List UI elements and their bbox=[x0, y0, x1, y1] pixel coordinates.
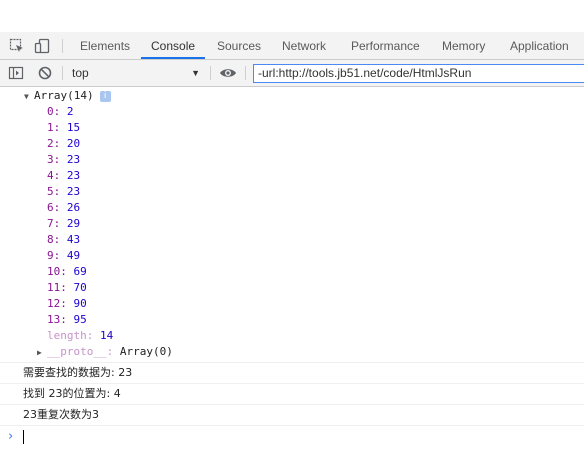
array-item-row: 4: 23 bbox=[0, 168, 584, 184]
array-item-row: 13: 95 bbox=[0, 312, 584, 328]
array-item-key: 11: bbox=[47, 281, 67, 294]
array-item-key: 8: bbox=[47, 233, 61, 246]
array-proto-value: Array(0) bbox=[119, 345, 173, 358]
array-item-row: 0: 2 bbox=[0, 104, 584, 120]
context-selector[interactable]: top ▼ bbox=[66, 63, 204, 83]
prompt-chevron-icon: › bbox=[8, 429, 14, 444]
array-item-row: 7: 29 bbox=[0, 216, 584, 232]
array-item-key: 9: bbox=[47, 249, 61, 262]
array-item-value: 20 bbox=[66, 137, 81, 150]
array-item-value: 95 bbox=[73, 313, 87, 326]
array-item-value: 2 bbox=[66, 105, 74, 118]
array-item-value: 26 bbox=[66, 201, 81, 214]
chevron-down-icon: ▼ bbox=[191, 68, 200, 78]
array-item-row: 12: 90 bbox=[0, 296, 584, 312]
array-item-row: 3: 23 bbox=[0, 152, 584, 168]
text-cursor bbox=[23, 430, 24, 444]
array-item-key: 7: bbox=[47, 217, 61, 230]
array-item-value: 90 bbox=[73, 297, 87, 310]
array-item-key: 0: bbox=[47, 105, 61, 118]
tab-console[interactable]: Console bbox=[141, 32, 206, 59]
array-item-row: 11: 70 bbox=[0, 280, 584, 296]
console-prompt[interactable]: › bbox=[0, 425, 584, 448]
toolbar-divider bbox=[62, 66, 63, 80]
toolbar-divider bbox=[245, 66, 246, 80]
tab-network[interactable]: Network bbox=[282, 32, 326, 59]
array-item-key: 3: bbox=[47, 153, 61, 166]
array-proto-key: __proto__: bbox=[47, 345, 114, 358]
array-length-value: 14 bbox=[99, 329, 114, 342]
array-item-value: 23 bbox=[66, 185, 81, 198]
info-icon: i bbox=[99, 90, 111, 102]
expand-triangle-right-icon[interactable]: ▶ bbox=[37, 345, 47, 361]
window-top-gap bbox=[0, 0, 584, 32]
eye-icon[interactable] bbox=[219, 65, 236, 81]
array-item-row: 5: 23 bbox=[0, 184, 584, 200]
array-item-row: 6: 26 bbox=[0, 200, 584, 216]
devtools-tab-bar: Elements Console Sources Network Perform… bbox=[0, 32, 584, 60]
array-item-row: 10: 69 bbox=[0, 264, 584, 280]
array-item-key: 13: bbox=[47, 313, 67, 326]
console-message: 23重复次数为3 bbox=[0, 404, 584, 425]
toolbar-divider bbox=[62, 39, 63, 53]
device-toolbar-icon[interactable] bbox=[34, 38, 50, 54]
tab-sources[interactable]: Sources bbox=[217, 32, 261, 59]
array-item-key: 10: bbox=[47, 265, 67, 278]
inspect-element-icon[interactable] bbox=[9, 38, 25, 54]
tab-performance[interactable]: Performance bbox=[351, 32, 420, 59]
array-item-row: 2: 20 bbox=[0, 136, 584, 152]
sidebar-toggle-icon[interactable] bbox=[8, 65, 24, 81]
clear-console-icon[interactable] bbox=[37, 65, 53, 81]
array-item-key: 4: bbox=[47, 169, 61, 182]
array-item-row: 9: 49 bbox=[0, 248, 584, 264]
array-header-row[interactable]: ▼ Array(14) i bbox=[0, 88, 584, 104]
array-item-row: 1: 15 bbox=[0, 120, 584, 136]
console-message: 需要查找的数据为: 23 bbox=[0, 362, 584, 383]
array-length-key: length: bbox=[47, 329, 94, 342]
expand-triangle-icon[interactable]: ▼ bbox=[24, 89, 34, 105]
array-item-value: 29 bbox=[66, 217, 81, 230]
toolbar-divider bbox=[210, 66, 211, 80]
array-item-key: 1: bbox=[47, 121, 61, 134]
console-filter-input[interactable]: -url:http://tools.jb51.net/code/HtmlJsRu… bbox=[253, 64, 584, 83]
array-item-key: 5: bbox=[47, 185, 61, 198]
array-item-row: 8: 43 bbox=[0, 232, 584, 248]
console-toolbar: top ▼ -url:http://tools.jb51.net/code/Ht… bbox=[0, 60, 584, 87]
array-header: Array(14) bbox=[34, 89, 94, 102]
array-items: 0: 2 1: 15 2: 20 3: 23 4: 23 5: 23 6: 26 7: 29 8… bbox=[0, 104, 584, 328]
tab-application[interactable]: Application bbox=[510, 32, 569, 59]
console-output: ▼ Array(14) i 0: 2 1: 15 2: 20 3: 23 4: 23 5: 2… bbox=[0, 88, 584, 448]
array-item-value: 49 bbox=[66, 249, 81, 262]
tab-memory[interactable]: Memory bbox=[442, 32, 485, 59]
array-item-value: 23 bbox=[66, 169, 81, 182]
array-item-value: 70 bbox=[73, 281, 87, 294]
array-length-row: length: 14 bbox=[0, 328, 584, 344]
tab-elements[interactable]: Elements bbox=[80, 32, 130, 59]
array-item-value: 69 bbox=[73, 265, 87, 278]
array-item-value: 43 bbox=[66, 233, 81, 246]
array-item-value: 23 bbox=[66, 153, 81, 166]
console-message: 找到 23的位置为: 4 bbox=[0, 383, 584, 404]
array-item-value: 15 bbox=[66, 121, 81, 134]
array-item-key: 2: bbox=[47, 137, 61, 150]
array-item-key: 12: bbox=[47, 297, 67, 310]
array-proto-row[interactable]: ▶ __proto__: Array(0) bbox=[0, 344, 584, 360]
array-item-key: 6: bbox=[47, 201, 61, 214]
context-selector-value: top bbox=[72, 66, 89, 80]
